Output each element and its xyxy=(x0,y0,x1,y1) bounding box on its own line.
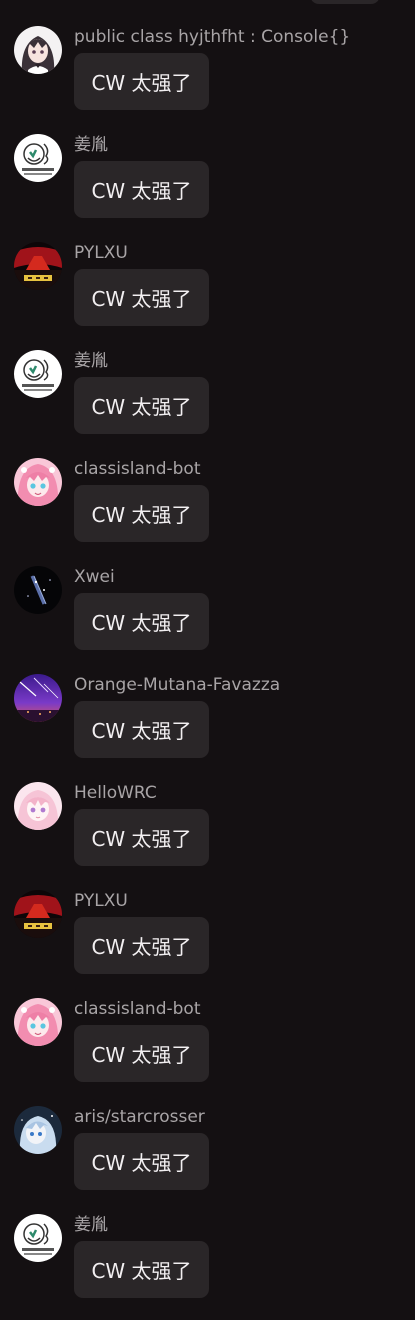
message-text: CW 太强了 xyxy=(91,179,192,203)
message-bubble[interactable]: CW 太强了 xyxy=(74,1133,209,1190)
white-sticker-avatar[interactable] xyxy=(14,350,62,398)
message-text: CW 太强了 xyxy=(91,287,192,311)
message-sender: classisland-bot xyxy=(74,999,201,1019)
message-bubble[interactable]: CW 太强了 xyxy=(74,269,209,326)
chat-message: Orange-Mutana-Favazza CW 太强了 xyxy=(0,672,415,780)
chat-message: classisland-bot CW 太强了 xyxy=(0,996,415,1104)
message-bubble[interactable]: CW 太强了 xyxy=(74,485,209,542)
message-text: CW 太强了 xyxy=(91,719,192,743)
message-bubble[interactable]: CW 太强了 xyxy=(74,701,209,758)
white-sticker-avatar[interactable] xyxy=(14,1214,62,1262)
chat-message: PYLXU CW 太强了 xyxy=(0,240,415,348)
message-text: CW 太强了 xyxy=(91,71,192,95)
pink-anime-girl-avatar[interactable] xyxy=(14,458,62,506)
message-sender: public class hyjthfht : Console{} xyxy=(74,27,351,47)
white-sticker-avatar[interactable] xyxy=(14,134,62,182)
chat-message: 姜胤 CW 太强了 xyxy=(0,132,415,240)
blue-anime-character-avatar[interactable] xyxy=(14,1106,62,1154)
message-sender: PYLXU xyxy=(74,891,128,911)
chat-message: 姜胤 CW 太强了 xyxy=(0,348,415,456)
message-sender: 姜胤 xyxy=(74,135,108,155)
chat-message-list[interactable]: public class hyjthfht : Console{} CW 太强了… xyxy=(0,24,415,1320)
chat-message: HelloWRC CW 太强了 xyxy=(0,780,415,888)
message-text: CW 太强了 xyxy=(91,395,192,419)
message-bubble[interactable]: CW 太强了 xyxy=(74,377,209,434)
message-sender: aris/starcrosser xyxy=(74,1107,205,1127)
message-sender: classisland-bot xyxy=(74,459,201,479)
message-text: CW 太强了 xyxy=(91,1259,192,1283)
message-sender: Orange-Mutana-Favazza xyxy=(74,675,281,695)
message-bubble[interactable]: CW 太强了 xyxy=(74,1241,209,1298)
pink-anime-girl-avatar[interactable] xyxy=(14,998,62,1046)
message-text: CW 太强了 xyxy=(91,827,192,851)
red-sky-avatar[interactable] xyxy=(14,242,62,290)
message-text: CW 太强了 xyxy=(91,1151,192,1175)
chat-message: aris/starcrosser CW 太强了 xyxy=(0,1104,415,1212)
message-text: CW 太强了 xyxy=(91,935,192,959)
red-sky-avatar[interactable] xyxy=(14,890,62,938)
message-text: CW 太强了 xyxy=(91,503,192,527)
scroll-indicator xyxy=(310,0,380,4)
message-sender: Xwei xyxy=(74,567,115,587)
chat-message: classisland-bot CW 太强了 xyxy=(0,456,415,564)
message-bubble[interactable]: CW 太强了 xyxy=(74,593,209,650)
message-bubble[interactable]: CW 太强了 xyxy=(74,1025,209,1082)
message-sender: HelloWRC xyxy=(74,783,157,803)
message-bubble[interactable]: CW 太强了 xyxy=(74,809,209,866)
message-bubble[interactable]: CW 太强了 xyxy=(74,161,209,218)
anime-girl-dark-hair-avatar[interactable] xyxy=(14,26,62,74)
message-sender: PYLXU xyxy=(74,243,128,263)
message-bubble[interactable]: CW 太强了 xyxy=(74,917,209,974)
message-bubble[interactable]: CW 太强了 xyxy=(74,53,209,110)
chat-message: 姜胤 CW 太强了 xyxy=(0,1212,415,1320)
dark-space-avatar[interactable] xyxy=(14,566,62,614)
message-sender: 姜胤 xyxy=(74,351,108,371)
chat-message: PYLXU CW 太强了 xyxy=(0,888,415,996)
chat-message: public class hyjthfht : Console{} CW 太强了 xyxy=(0,24,415,132)
message-sender: 姜胤 xyxy=(74,1215,108,1235)
purple-meteor-sky-avatar[interactable] xyxy=(14,674,62,722)
light-pink-anime-girl-avatar[interactable] xyxy=(14,782,62,830)
chat-message: Xwei CW 太强了 xyxy=(0,564,415,672)
message-text: CW 太强了 xyxy=(91,1043,192,1067)
message-text: CW 太强了 xyxy=(91,611,192,635)
